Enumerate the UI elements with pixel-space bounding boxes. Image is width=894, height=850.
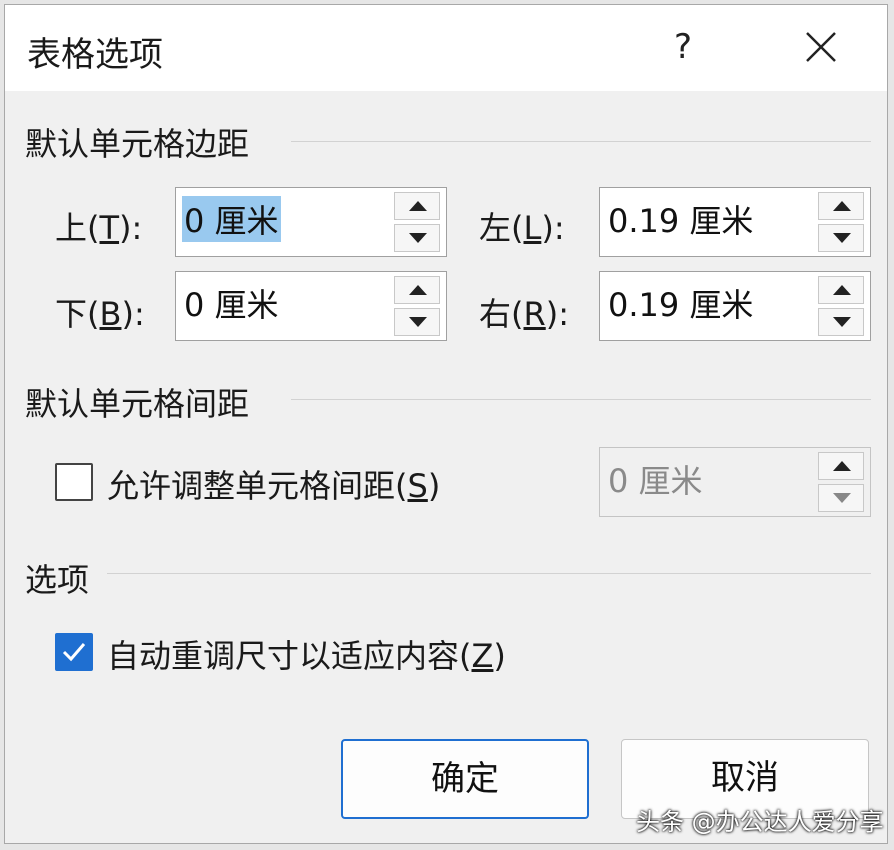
- options-section-title: 选项: [25, 561, 90, 599]
- bottom-margin-increment[interactable]: [394, 276, 440, 304]
- right-margin-decrement[interactable]: [818, 308, 864, 336]
- right-margin-increment[interactable]: [818, 276, 864, 304]
- right-margin-spinner[interactable]: 0.19 厘米: [599, 271, 871, 341]
- bottom-margin-label: 下(B):: [55, 295, 145, 333]
- left-margin-value[interactable]: 0.19 厘米: [606, 196, 755, 242]
- right-margin-label: 右(R):: [479, 295, 569, 333]
- ok-button[interactable]: 确定: [341, 739, 589, 819]
- autofit-label[interactable]: 自动重调尺寸以适应内容(Z): [107, 631, 506, 677]
- close-button[interactable]: [791, 19, 851, 75]
- margins-section-title: 默认单元格边距: [25, 125, 250, 163]
- allow-spacing-label[interactable]: 允许调整单元格间距(S): [107, 461, 440, 507]
- close-icon: [806, 32, 836, 62]
- spacing-divider: [291, 399, 871, 400]
- spacing-increment: [818, 452, 864, 480]
- triangle-down-icon: [833, 233, 851, 243]
- triangle-up-icon: [833, 201, 851, 211]
- triangle-up-icon: [833, 285, 851, 295]
- triangle-up-icon: [833, 461, 851, 471]
- right-margin-value[interactable]: 0.19 厘米: [606, 280, 755, 326]
- top-margin-increment[interactable]: [394, 192, 440, 220]
- bottom-margin-decrement[interactable]: [394, 308, 440, 336]
- allow-spacing-checkbox[interactable]: [55, 463, 93, 501]
- spacing-section-title: 默认单元格间距: [25, 385, 250, 423]
- triangle-down-icon: [409, 317, 427, 327]
- triangle-down-icon: [409, 233, 427, 243]
- left-margin-increment[interactable]: [818, 192, 864, 220]
- triangle-down-icon: [833, 493, 851, 503]
- table-options-dialog: 表格选项 ? 默认单元格边距 上(T): 0 厘米 左(L): 0.19 厘米: [4, 4, 888, 844]
- checkmark-icon: [62, 643, 86, 662]
- help-button[interactable]: ?: [655, 19, 711, 75]
- watermark: 头条 @办公达人爱分享: [636, 808, 884, 836]
- title-bar: 表格选项 ?: [5, 5, 887, 91]
- left-margin-spinner[interactable]: 0.19 厘米: [599, 187, 871, 257]
- triangle-down-icon: [833, 317, 851, 327]
- triangle-up-icon: [409, 285, 427, 295]
- top-margin-spinner[interactable]: 0 厘米: [175, 187, 447, 257]
- spacing-decrement: [818, 484, 864, 512]
- left-margin-decrement[interactable]: [818, 224, 864, 252]
- top-margin-label: 上(T):: [55, 209, 143, 247]
- spacing-value: 0 厘米: [608, 462, 703, 500]
- left-margin-label: 左(L):: [479, 209, 565, 247]
- bottom-margin-value[interactable]: 0 厘米: [182, 280, 281, 326]
- options-divider: [107, 573, 871, 574]
- top-margin-value[interactable]: 0 厘米: [182, 196, 281, 242]
- triangle-up-icon: [409, 201, 427, 211]
- margins-divider: [291, 141, 871, 142]
- bottom-margin-spinner[interactable]: 0 厘米: [175, 271, 447, 341]
- top-margin-decrement[interactable]: [394, 224, 440, 252]
- dialog-title: 表格选项: [27, 35, 163, 75]
- autofit-checkbox[interactable]: [55, 633, 93, 671]
- spacing-spinner: 0 厘米: [599, 447, 871, 517]
